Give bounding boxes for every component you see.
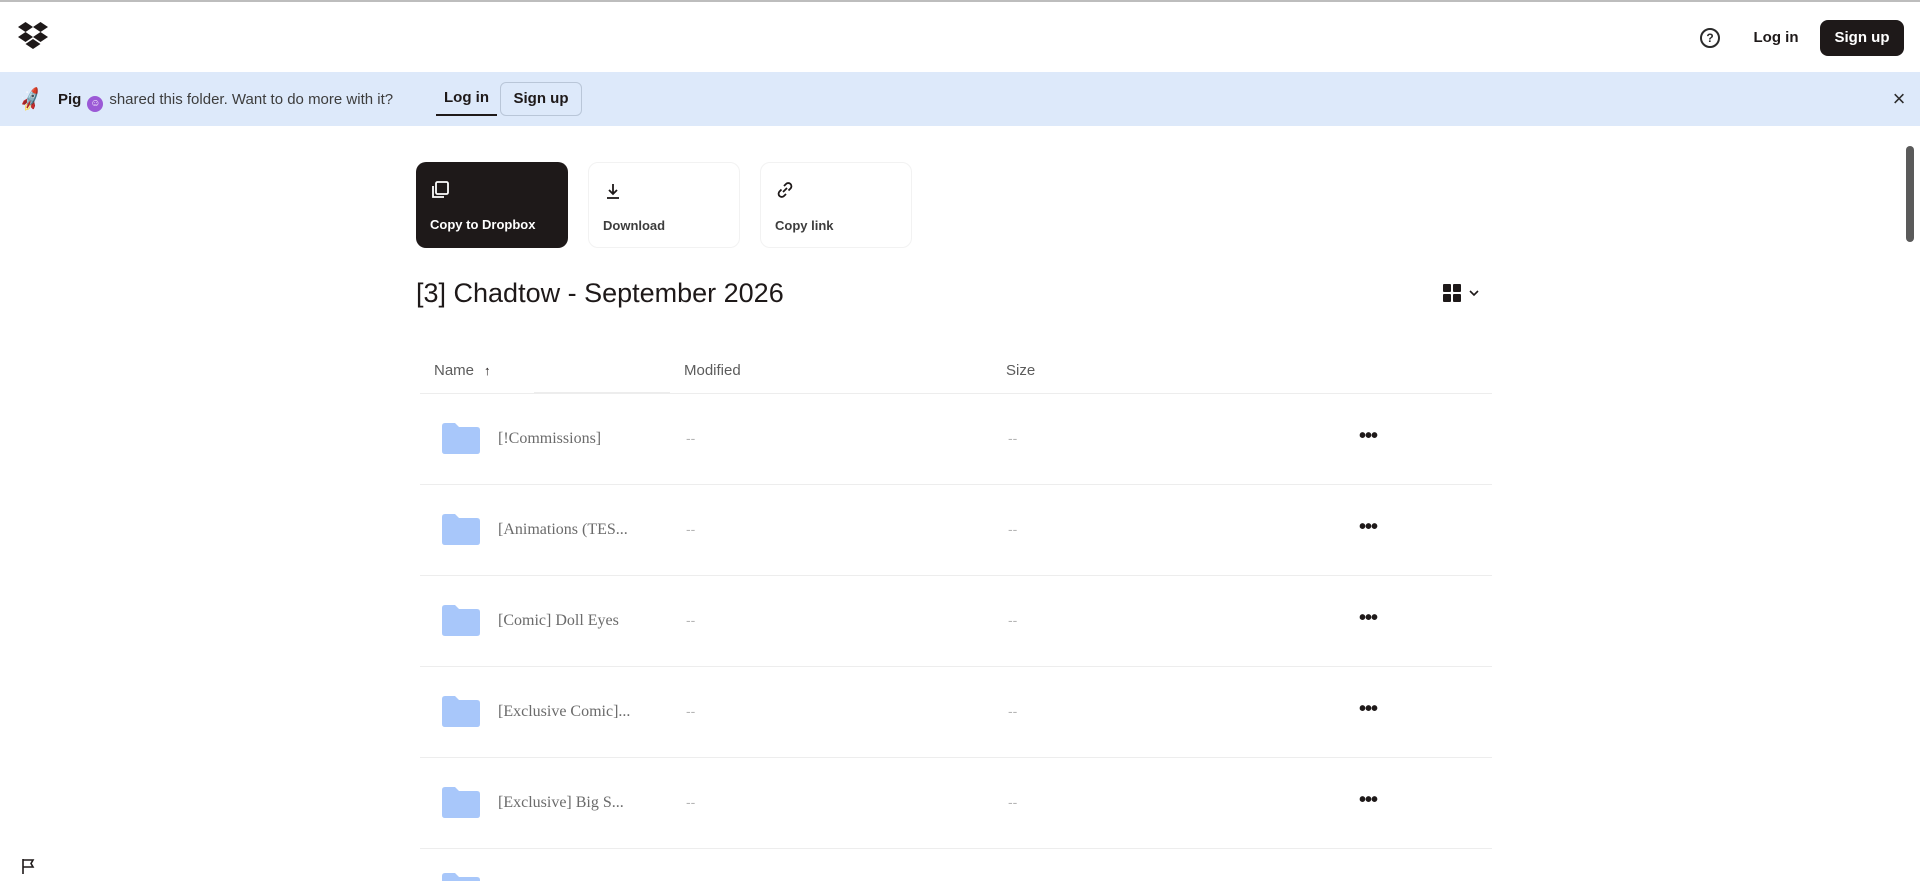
copy-to-dropbox-label: Copy to Dropbox <box>430 217 536 232</box>
scrollbar-track[interactable] <box>1904 130 1916 881</box>
file-modified: -- <box>686 521 696 537</box>
view-toggle-button[interactable] <box>1442 282 1486 304</box>
file-name[interactable]: [!Commissions] <box>498 430 601 448</box>
folder-icon <box>442 514 480 545</box>
table-row[interactable]: [!Commissions] -- -- ••• <box>420 394 1492 485</box>
table-row[interactable]: [Exclusive Comic]... -- -- ••• <box>420 667 1492 758</box>
folder-icon <box>442 423 480 454</box>
banner-signup-button[interactable]: Sign up <box>500 82 582 116</box>
banner-login-button[interactable]: Log in <box>436 82 497 116</box>
top-bar: ? Log in Sign up <box>0 0 1920 70</box>
signup-button[interactable]: Sign up <box>1820 20 1904 56</box>
file-name[interactable]: [Exclusive] Big S... <box>498 794 624 812</box>
file-name[interactable]: [Animations (TES... <box>498 521 628 539</box>
file-modified: -- <box>686 430 696 446</box>
folder-icon <box>442 696 480 727</box>
file-size: -- <box>1008 430 1018 446</box>
more-options-icon[interactable]: ••• <box>1350 697 1386 725</box>
close-icon[interactable]: × <box>1888 88 1910 110</box>
name-column-header[interactable]: Name ↑ <box>434 362 491 379</box>
size-column-header[interactable]: Size <box>1006 362 1035 379</box>
download-label: Download <box>603 218 666 233</box>
scrollbar-thumb[interactable] <box>1906 146 1914 242</box>
rocket-icon: 🚀 <box>17 86 46 114</box>
file-size: -- <box>1008 794 1018 810</box>
file-modified: -- <box>686 703 696 719</box>
modified-column-header[interactable]: Modified <box>684 362 741 379</box>
file-table: Name ↑ Modified Size [!Commissions] -- --… <box>420 350 1492 881</box>
dropbox-logo-icon[interactable] <box>18 22 48 50</box>
table-row[interactable]: [Comic] Doll Eyes -- -- ••• <box>420 576 1492 667</box>
file-modified: -- <box>686 794 696 810</box>
file-size: -- <box>1008 612 1018 628</box>
download-icon <box>607 184 619 199</box>
name-column-label: Name <box>434 362 475 379</box>
file-size: -- <box>1008 521 1018 537</box>
sort-ascending-icon: ↑ <box>484 363 491 378</box>
shared-folder-banner: 🚀 Pig ☺ shared this folder. Want to do mor… <box>0 72 1920 126</box>
folder-icon <box>442 605 480 636</box>
more-options-icon[interactable]: ••• <box>1350 515 1386 543</box>
table-row[interactable]: [Animations (TES... -- -- ••• <box>420 485 1492 576</box>
table-header: Name ↑ Modified Size <box>420 350 1492 394</box>
copy-link-button[interactable]: Copy link <box>760 162 912 248</box>
file-size: -- <box>1008 703 1018 719</box>
copy-to-dropbox-button[interactable]: Copy to Dropbox <box>416 162 568 248</box>
banner-message-text: shared this folder. Want to do more with… <box>109 91 394 108</box>
download-button[interactable]: Download <box>588 162 740 248</box>
banner-message: Pig ☺ shared this folder. Want to do more … <box>58 90 393 112</box>
help-icon[interactable]: ? <box>1700 28 1720 48</box>
more-options-icon[interactable]: ••• <box>1350 606 1386 634</box>
login-button[interactable]: Log in <box>1738 20 1814 56</box>
copy-link-label: Copy link <box>775 218 834 233</box>
chevron-down-icon <box>1469 290 1479 297</box>
folder-icon <box>442 873 480 881</box>
copy-icon <box>432 181 449 198</box>
owner-avatar-icon: ☺ <box>87 96 104 112</box>
more-options-icon[interactable]: ••• <box>1350 788 1386 816</box>
link-icon <box>777 182 793 198</box>
page-title: [3] Chadtow - September 2026 <box>416 278 784 308</box>
file-name[interactable]: [Exclusive Comic]... <box>498 703 630 721</box>
grid-view-icon <box>1443 284 1461 302</box>
file-modified: -- <box>686 612 696 628</box>
flag-icon[interactable] <box>20 857 38 875</box>
folder-owner-name: Pig <box>58 91 82 108</box>
file-name[interactable]: [Comic] Doll Eyes <box>498 612 619 630</box>
folder-icon <box>442 787 480 818</box>
more-options-icon[interactable]: ••• <box>1350 424 1386 452</box>
table-row[interactable]: [Exclusive] Big S... -- -- ••• <box>420 758 1492 849</box>
table-row[interactable] <box>420 849 1492 881</box>
